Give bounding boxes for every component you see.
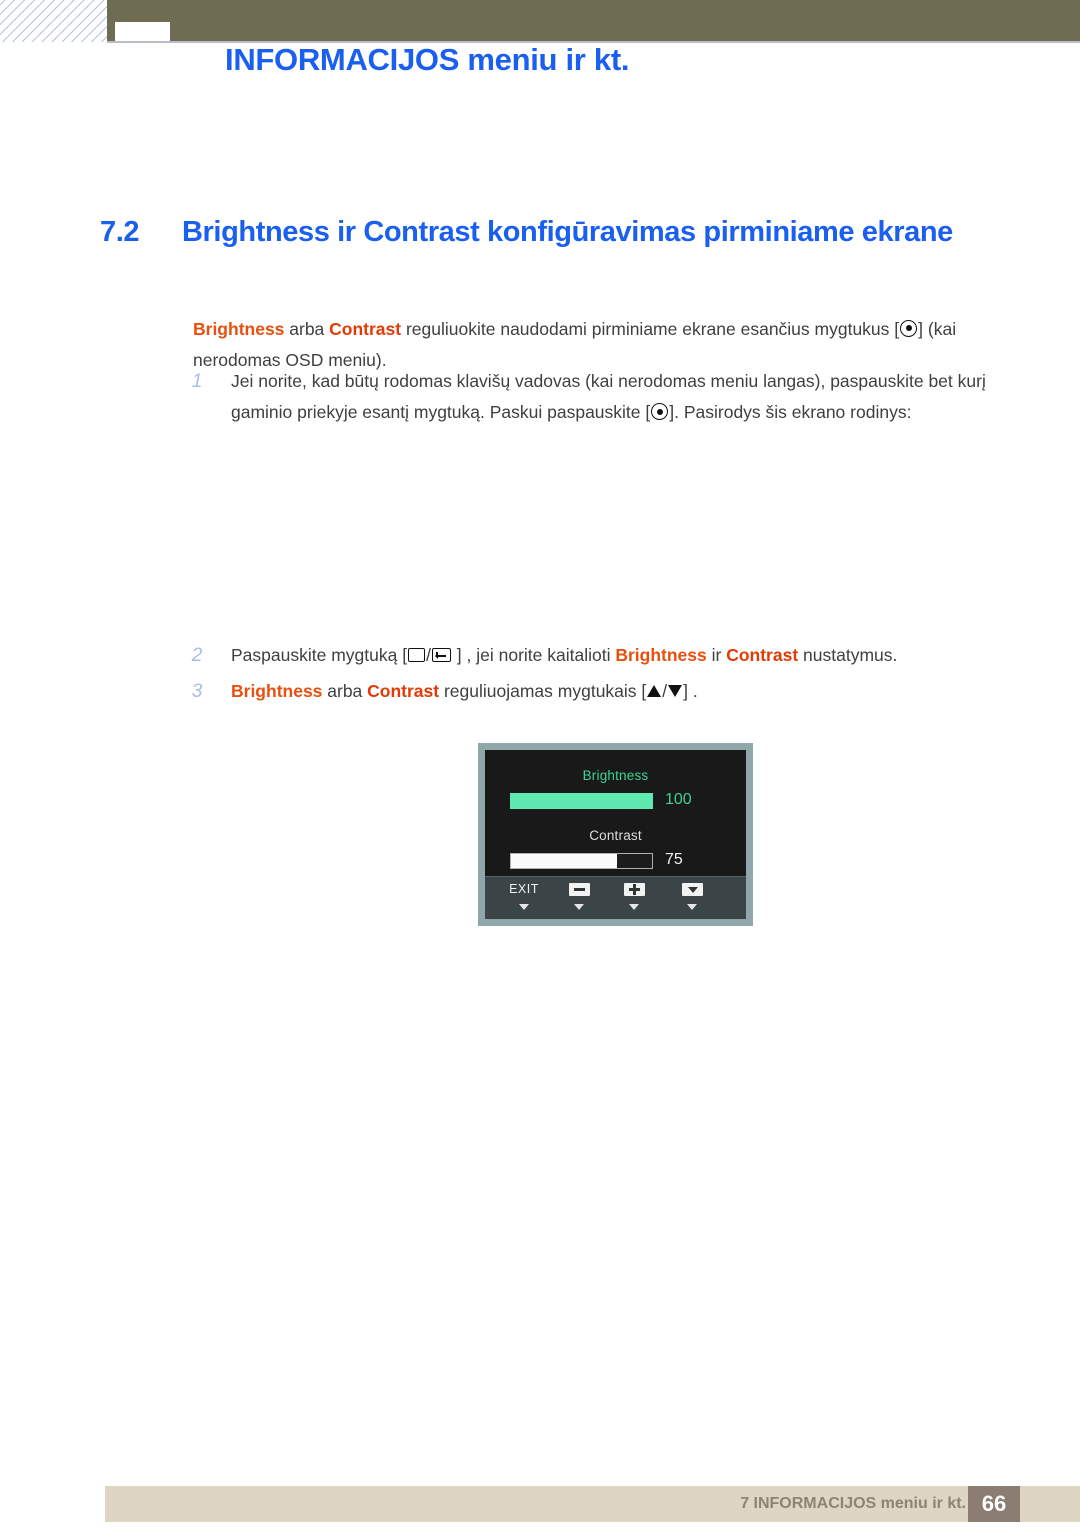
- page-number: 66: [981, 1491, 1007, 1516]
- step-3-word-arba: arba: [322, 681, 368, 701]
- osd-contrast-slider[interactable]: [510, 853, 653, 869]
- step-3-separator: /: [662, 681, 668, 701]
- down-triangle-icon: [574, 904, 584, 910]
- header-notch: [115, 22, 170, 41]
- step-3-term-contrast: Contrast: [367, 681, 440, 701]
- section-number: 7.2: [100, 216, 140, 248]
- footer-section-text: 7 INFORMACIJOS meniu ir kt.: [740, 1495, 966, 1512]
- step-1-number: 1: [191, 371, 203, 392]
- down-triangle-icon: [687, 904, 697, 910]
- osd-minus-wrap: [550, 881, 608, 897]
- page-title: INFORMACIJOS meniu ir kt.: [225, 42, 630, 77]
- step-3: 3 Brightness arba Contrast reguliuojamas…: [192, 676, 988, 707]
- step-3-text-part2: ] .: [683, 681, 698, 701]
- osd-brightness-value: 100: [665, 791, 692, 808]
- osd-down-wrap: [663, 881, 721, 897]
- step-2-text-part3: nustatymus.: [798, 645, 898, 665]
- down-triangle-icon: [519, 904, 529, 910]
- step-2-text-part1: Paspauskite mygtuką [: [231, 645, 408, 665]
- power-circle-icon: [900, 319, 918, 337]
- step-2-text-part2: ] , jei norite kaitalioti: [451, 645, 616, 665]
- window-rect-icon: [408, 648, 426, 662]
- intro-text-after: reguliuokite naudodami pirminiame ekrane…: [401, 318, 900, 339]
- step-1-text-part2: ]. Pasirodys šis ekrano rodinys:: [669, 402, 912, 422]
- minus-icon: [568, 883, 590, 897]
- plus-icon: [623, 883, 645, 897]
- step-2-term-brightness: Brightness: [615, 645, 707, 665]
- osd-exit-label: EXIT: [509, 882, 539, 896]
- step-2-body: Paspauskite mygtuką [ / ] , jei norite ka…: [193, 640, 988, 671]
- osd-contrast-value: 75: [665, 851, 683, 868]
- down-triangle-icon: [668, 685, 683, 697]
- osd-screenshot-figure: Brightness 100 Contrast 75 EXIT: [478, 743, 753, 926]
- osd-brightness-row: 100: [485, 791, 746, 810]
- step-2-word-ir: ir: [706, 645, 727, 665]
- up-triangle-icon: [647, 685, 662, 697]
- power-circle-icon: [651, 403, 669, 420]
- step-3-body: Brightness arba Contrast reguliuojamas m…: [193, 676, 988, 707]
- return-enter-icon: [431, 648, 451, 662]
- intro-word-arba: arba: [284, 318, 330, 339]
- osd-brightness-slider[interactable]: [510, 793, 653, 809]
- osd-decrease-button[interactable]: [550, 881, 608, 915]
- step-2-separator: /: [426, 645, 431, 665]
- osd-brightness-fill: [510, 793, 653, 809]
- down-triangle-icon: [629, 904, 639, 910]
- osd-contrast-label: Contrast: [589, 828, 642, 843]
- osd-increase-button[interactable]: [605, 881, 663, 915]
- osd-exit-button[interactable]: EXIT: [495, 881, 553, 915]
- osd-next-button[interactable]: [663, 881, 721, 915]
- osd-panel: Brightness 100 Contrast 75 EXIT: [485, 750, 746, 919]
- footer-page-box: 66: [968, 1486, 1020, 1522]
- step-1-body: Jei norite, kad būtų rodomas klavišų vad…: [193, 366, 988, 428]
- page-footer: 7 INFORMACIJOS meniu ir kt. 66: [105, 1486, 1080, 1522]
- step-3-term-brightness: Brightness: [231, 681, 323, 701]
- step-2: 2 Paspauskite mygtuką [ / ] , jei norite …: [192, 640, 988, 671]
- osd-brightness-label: Brightness: [582, 768, 649, 783]
- page-header: INFORMACIJOS meniu ir kt.: [0, 0, 1080, 120]
- intro-term-contrast: Contrast: [329, 318, 402, 339]
- osd-plus-wrap: [605, 881, 663, 897]
- step-2-number: 2: [191, 645, 203, 666]
- step-1: 1 Jei norite, kad būtų rodomas klavišų v…: [192, 366, 988, 428]
- step-3-number: 3: [191, 681, 203, 702]
- decorative-hatch-pattern: [0, 0, 112, 42]
- step-2-term-contrast: Contrast: [726, 645, 799, 665]
- osd-contrast-row: 75: [485, 851, 746, 870]
- intro-term-brightness: Brightness: [193, 318, 285, 339]
- osd-button-bar: EXIT: [485, 876, 746, 919]
- down-arrow-icon: [681, 883, 703, 897]
- section-heading: 7.2 Brightness ir Contrast konfigūravimas…: [100, 216, 1020, 249]
- section-title: Brightness ir Contrast konfigūravimas pi…: [182, 216, 953, 248]
- osd-contrast-fill: [511, 854, 617, 868]
- step-3-text-part1: reguliuojamas mygtukais [: [439, 681, 647, 701]
- header-olive-bar: [107, 0, 1080, 41]
